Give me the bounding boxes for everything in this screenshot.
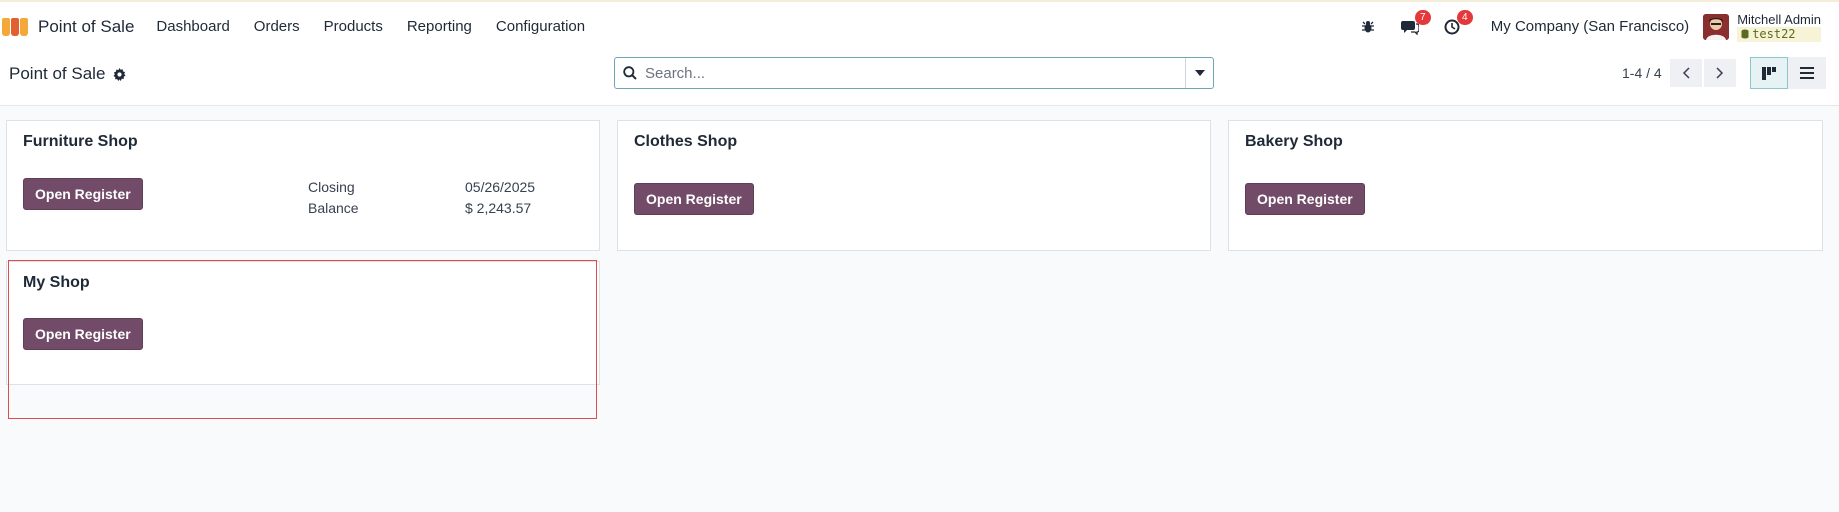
- pos-card-furniture-shop: Furniture Shop Open Register Closing 05/…: [6, 120, 600, 251]
- gear-icon[interactable]: [113, 67, 126, 81]
- pos-card-clothes-shop: Clothes Shop Open Register: [617, 120, 1211, 251]
- closing-label: Closing: [308, 179, 355, 195]
- control-panel: Point of Sale 1-4 / 4: [0, 51, 1839, 106]
- open-register-button[interactable]: Open Register: [23, 318, 143, 350]
- card-title[interactable]: My Shop: [23, 274, 90, 292]
- database-name: test22: [1752, 26, 1796, 41]
- list-view-icon[interactable]: [1788, 57, 1826, 89]
- search-bar: [614, 57, 1214, 89]
- open-register-button[interactable]: Open Register: [634, 183, 754, 215]
- main-menu: Dashboard Orders Products Reporting Conf…: [156, 18, 609, 35]
- chat-icon[interactable]: 7: [1399, 9, 1431, 38]
- menu-orders[interactable]: Orders: [254, 18, 300, 35]
- balance-value: $ 2,243.57: [465, 200, 532, 216]
- database-icon: [1741, 29, 1749, 39]
- menu-dashboard[interactable]: Dashboard: [156, 18, 229, 35]
- pager-value[interactable]: 1-4 / 4: [1622, 65, 1662, 81]
- pos-card-my-shop: My Shop Open Register: [6, 261, 600, 385]
- company-switcher[interactable]: My Company (San Francisco): [1491, 18, 1689, 35]
- closing-value: 05/26/2025: [465, 179, 536, 195]
- database-tag: test22: [1737, 26, 1821, 42]
- chevron-left-icon[interactable]: [1669, 59, 1702, 87]
- view-switcher: [1750, 57, 1826, 89]
- app-logo-icon: [2, 17, 28, 36]
- card-title[interactable]: Furniture Shop: [23, 133, 138, 151]
- app-brand[interactable]: Point of Sale: [2, 17, 134, 37]
- pos-card-bakery-shop: Bakery Shop Open Register: [1228, 120, 1823, 251]
- messages-badge: 7: [1414, 9, 1431, 25]
- open-register-button[interactable]: Open Register: [1245, 183, 1365, 215]
- breadcrumb: Point of Sale: [9, 64, 126, 84]
- systray: 7 4 My Company (San Francisco) Mitchell …: [1357, 2, 1839, 51]
- search-input[interactable]: [645, 59, 1185, 87]
- menu-products[interactable]: Products: [324, 18, 383, 35]
- activities-badge: 4: [1456, 9, 1473, 25]
- page-title: Point of Sale: [9, 64, 106, 83]
- top-navbar: Point of Sale Dashboard Orders Products …: [0, 0, 1839, 51]
- bug-icon[interactable]: [1357, 16, 1379, 38]
- user-menu[interactable]: Mitchell Admin test22: [1703, 12, 1821, 42]
- caret-down-icon[interactable]: [1185, 58, 1213, 88]
- open-register-button[interactable]: Open Register: [23, 178, 143, 210]
- menu-configuration[interactable]: Configuration: [496, 18, 585, 35]
- search-icon: [615, 66, 645, 80]
- avatar: [1703, 13, 1730, 40]
- pager: 1-4 / 4: [1622, 59, 1736, 87]
- clock-icon[interactable]: 4: [1441, 9, 1473, 38]
- card-title[interactable]: Bakery Shop: [1245, 133, 1343, 151]
- app-title: Point of Sale: [38, 16, 135, 36]
- kanban-view-icon[interactable]: [1750, 57, 1788, 89]
- balance-label: Balance: [308, 200, 359, 216]
- chevron-right-icon[interactable]: [1703, 59, 1736, 87]
- user-name: Mitchell Admin: [1737, 11, 1821, 27]
- card-title[interactable]: Clothes Shop: [634, 133, 737, 151]
- menu-reporting[interactable]: Reporting: [407, 18, 472, 35]
